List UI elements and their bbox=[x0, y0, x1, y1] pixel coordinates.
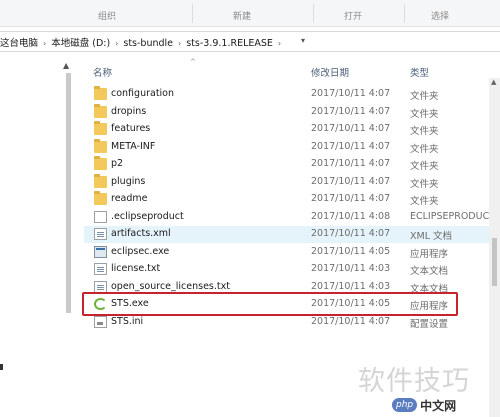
column-type[interactable]: 类型 bbox=[410, 65, 429, 79]
ribbon-divider bbox=[313, 4, 314, 23]
file-date: 2017/10/11 4:08 bbox=[311, 210, 391, 222]
file-type: 文件夹 bbox=[410, 108, 439, 120]
folder-icon bbox=[94, 86, 107, 100]
list-item[interactable]: readme 2017/10/11 4:07 文件夹 bbox=[84, 191, 500, 208]
file-name: artifacts.xml bbox=[111, 228, 171, 239]
file-type: 文本文档 bbox=[410, 266, 449, 277]
address-bar[interactable]: 这台电脑 › 本地磁盘 (D:) › sts-bundle › sts-3.9.1.RELE… bbox=[0, 31, 500, 52]
ribbon-group-organize[interactable]: 组织 bbox=[98, 9, 116, 22]
ribbon: 组织 新建 打开 选择 bbox=[0, 0, 500, 27]
column-date-modified[interactable]: 修改日期 bbox=[311, 65, 349, 79]
list-item[interactable]: META-INF 2017/10/11 4:07 文件夹 bbox=[84, 138, 500, 156]
ribbon-divider bbox=[192, 4, 193, 23]
chevron-right-icon[interactable]: › bbox=[178, 39, 181, 48]
chevron-right-icon[interactable]: › bbox=[115, 39, 118, 48]
list-item[interactable]: configuration 2017/10/11 4:07 文件夹 bbox=[84, 86, 500, 103]
ribbon-group-open[interactable]: 打开 bbox=[344, 9, 362, 22]
breadcrumb-this-pc[interactable]: 这台电脑 bbox=[0, 38, 38, 49]
list-item[interactable]: STS.ini 2017/10/11 4:07 配置设置 bbox=[84, 314, 500, 331]
file-date: 2017/10/11 4:07 bbox=[311, 88, 391, 99]
address-history-dropdown-icon[interactable]: ▾ bbox=[301, 36, 305, 45]
list-item-selected[interactable]: artifacts.xml 2017/10/11 4:07 XML 文档 bbox=[84, 226, 500, 243]
vertical-scrollbar[interactable]: ▲ bbox=[489, 78, 500, 417]
file-name: META-INF bbox=[111, 140, 156, 152]
file-icon bbox=[94, 210, 107, 223]
file-date: 2017/10/11 4:03 bbox=[311, 280, 391, 292]
file-date: 2017/10/11 4:03 bbox=[311, 263, 391, 274]
file-name: dropins bbox=[111, 105, 147, 117]
column-name[interactable]: 名称 bbox=[93, 65, 112, 79]
ini-file-icon bbox=[94, 315, 107, 328]
nav-scroll-up-icon[interactable]: ▲ bbox=[63, 61, 69, 70]
file-name: license.txt bbox=[111, 263, 161, 274]
folder-icon bbox=[94, 103, 107, 118]
file-date: 2017/10/11 4:05 bbox=[311, 245, 391, 257]
file-type: 应用程序 bbox=[410, 248, 449, 260]
file-name: .eclipseproduct bbox=[111, 210, 184, 222]
file-type: 文件夹 bbox=[410, 178, 439, 190]
chevron-right-icon[interactable]: › bbox=[278, 39, 281, 48]
ribbon-divider bbox=[404, 4, 405, 23]
breadcrumb-sts-bundle[interactable]: sts-bundle bbox=[123, 38, 173, 49]
nav-item-marker bbox=[0, 364, 3, 370]
list-item[interactable]: license.txt 2017/10/11 4:03 文本文档 bbox=[84, 261, 500, 278]
scroll-up-icon[interactable]: ▲ bbox=[491, 78, 496, 86]
highlight-box bbox=[82, 292, 458, 316]
file-name: eclipsec.exe bbox=[111, 245, 170, 257]
site-logo: php 中文网 bbox=[392, 393, 500, 417]
breadcrumb-drive-d[interactable]: 本地磁盘 (D:) bbox=[51, 38, 110, 49]
file-date: 2017/10/11 4:07 bbox=[311, 193, 391, 204]
column-header: ^ 名称 修改日期 类型 bbox=[84, 58, 500, 80]
file-type: 文件夹 bbox=[410, 161, 439, 172]
file-date: 2017/10/11 4:07 bbox=[311, 123, 391, 134]
breadcrumb-sts-release[interactable]: sts-3.9.1.RELEASE bbox=[186, 38, 273, 49]
list-item[interactable]: eclipsec.exe 2017/10/11 4:05 应用程序 bbox=[84, 244, 500, 261]
file-name: plugins bbox=[111, 175, 146, 187]
file-type: 文件夹 bbox=[410, 196, 439, 207]
breadcrumb: 这台电脑 › 本地磁盘 (D:) › sts-bundle › sts-3.9.1.RELE… bbox=[0, 35, 286, 49]
file-type: 文件夹 bbox=[410, 143, 439, 155]
text-file-icon bbox=[94, 280, 107, 293]
file-name: configuration bbox=[111, 88, 175, 99]
list-item[interactable]: dropins 2017/10/11 4:07 文件夹 bbox=[84, 103, 500, 121]
file-date: 2017/10/11 4:07 bbox=[311, 175, 391, 187]
file-date: 2017/10/11 4:07 bbox=[311, 315, 391, 327]
folder-icon bbox=[94, 156, 107, 170]
file-name: p2 bbox=[111, 158, 124, 169]
list-item[interactable]: .eclipseproduct 2017/10/11 4:08 ECLIPSEP… bbox=[84, 209, 500, 226]
file-type: 文件夹 bbox=[410, 91, 439, 102]
file-date: 2017/10/11 4:07 bbox=[311, 105, 391, 117]
list-item[interactable]: p2 2017/10/11 4:07 文件夹 bbox=[84, 156, 500, 173]
nav-scrollbar[interactable] bbox=[66, 73, 71, 313]
file-name: STS.ini bbox=[111, 315, 144, 327]
logo-badge: php bbox=[392, 398, 418, 412]
file-type: XML 文档 bbox=[410, 231, 453, 242]
file-date: 2017/10/11 4:07 bbox=[311, 158, 391, 169]
exe-icon bbox=[94, 245, 107, 258]
text-file-icon bbox=[94, 263, 107, 275]
file-name: open_source_licenses.txt bbox=[111, 280, 230, 292]
scrollbar-thumb[interactable] bbox=[492, 238, 497, 286]
chevron-right-icon[interactable]: › bbox=[43, 39, 46, 48]
folder-icon bbox=[94, 173, 107, 188]
folder-icon bbox=[94, 121, 107, 135]
file-type: 文件夹 bbox=[410, 126, 439, 137]
ribbon-group-select[interactable]: 选择 bbox=[431, 9, 449, 22]
file-type: 配置设置 bbox=[410, 318, 449, 330]
file-date: 2017/10/11 4:07 bbox=[311, 228, 391, 239]
list-item[interactable]: plugins 2017/10/11 4:07 文件夹 bbox=[84, 173, 500, 191]
xml-file-icon bbox=[94, 228, 107, 240]
file-type: ECLIPSEPRODUC... bbox=[410, 210, 499, 222]
file-name: readme bbox=[111, 193, 148, 204]
file-date: 2017/10/11 4:07 bbox=[311, 140, 391, 152]
list-item[interactable]: features 2017/10/11 4:07 文件夹 bbox=[84, 121, 500, 138]
file-name: features bbox=[111, 123, 151, 134]
folder-icon bbox=[94, 138, 107, 153]
navigation-pane bbox=[0, 52, 76, 417]
ribbon-group-new[interactable]: 新建 bbox=[233, 9, 251, 22]
logo-site-name: 中文网 bbox=[420, 398, 457, 413]
sort-ascending-icon: ^ bbox=[190, 58, 196, 66]
folder-icon bbox=[94, 191, 107, 205]
